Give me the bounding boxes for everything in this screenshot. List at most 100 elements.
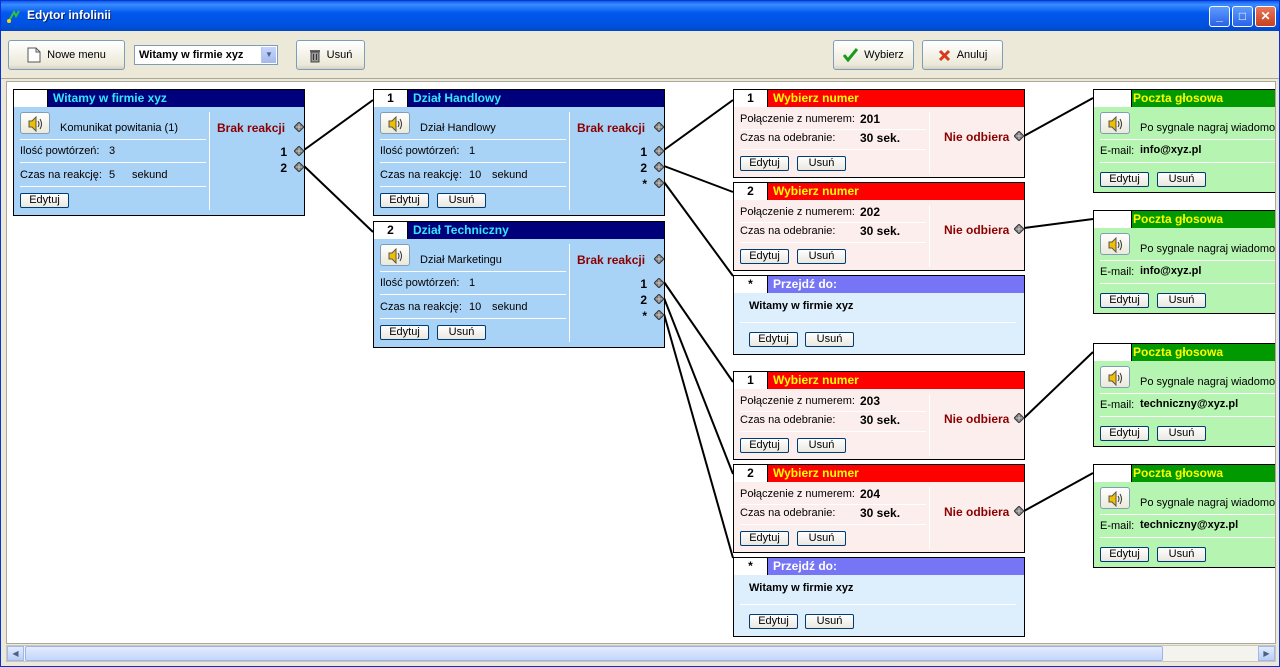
goto-box-2[interactable]: * Przejdź do: Witamy w firmie xyz Edytuj… [733,557,1025,637]
play-message-button[interactable] [1100,112,1130,134]
option-key: 2 [280,161,287,175]
delete-button[interactable]: Usuń [437,193,486,208]
app-icon [7,9,20,23]
edit-button[interactable]: Edytuj [749,332,798,347]
menu-box-welcome[interactable]: Witamy w firmie xyz Komunikat powitania … [13,89,305,216]
choose-button[interactable]: Wybierz [833,40,914,70]
connector-dot-icon[interactable] [294,146,304,156]
dial-box-number: 1 [734,372,768,389]
delete-button[interactable]: Usuń [797,438,846,453]
connector-dot-icon[interactable] [294,122,304,132]
edit-button[interactable]: Edytuj [380,193,429,208]
edit-button[interactable]: Edytuj [740,156,789,171]
edit-button[interactable]: Edytuj [20,193,69,208]
cancel-button[interactable]: Anuluj [922,40,1003,70]
voicemail-box-3[interactable]: Poczta głosowa Po sygnale nagraj wiadomo… [1093,343,1275,447]
edit-button[interactable]: Edytuj [1100,293,1149,308]
voicemail-box-4[interactable]: Poczta głosowa Po sygnale nagraj wiadomo… [1093,464,1275,568]
horizontal-scrollbar[interactable]: ◀ ▶ [6,645,1276,662]
connector-dot-icon[interactable] [294,162,304,172]
play-message-button[interactable] [380,244,410,266]
menu-box-technical[interactable]: 2 Dział Techniczny Dział Marketingu Iloś… [373,221,665,348]
connector-dot-icon[interactable] [654,278,664,288]
voicemail-box-1[interactable]: Poczta głosowa Po sygnale nagraj wiadomo… [1093,89,1275,193]
option-key: 2 [640,161,647,175]
reaction-time-unit: sekund [492,301,528,313]
connector-dot-icon[interactable] [1014,413,1024,423]
connector-dot-icon[interactable] [654,162,664,172]
edit-button[interactable]: Edytuj [1100,547,1149,562]
divider [1100,514,1275,515]
new-menu-label: Nowe menu [47,49,106,61]
edit-button[interactable]: Edytuj [380,325,429,340]
divider [740,504,926,505]
connector-dot-icon[interactable] [654,254,664,264]
message-name: Dział Handlowy [420,122,496,134]
divider [380,162,566,163]
delete-button[interactable]: Usuń [797,531,846,546]
delete-menu-button[interactable]: Usuń [296,40,365,70]
dial-box-title: Wybierz numer [773,184,859,198]
connect-number-value: 203 [860,394,881,408]
delete-button[interactable]: Usuń [1157,426,1206,441]
connector-dot-icon[interactable] [654,310,664,320]
play-message-button[interactable] [380,112,410,134]
scroll-right-button[interactable]: ▶ [1258,646,1275,661]
repeat-value: 3 [109,145,116,157]
delete-button[interactable]: Usuń [1157,172,1206,187]
play-message-button[interactable] [20,112,50,134]
goto-target: Witamy w firmie xyz [749,300,854,312]
delete-button[interactable]: Usuń [805,614,854,629]
close-button[interactable]: ✕ [1255,6,1276,27]
scroll-left-button[interactable]: ◀ [7,646,24,661]
connector-dot-icon[interactable] [654,122,664,132]
delete-button[interactable]: Usuń [437,325,486,340]
edit-button[interactable]: Edytuj [740,531,789,546]
connector-dot-icon[interactable] [1014,506,1024,516]
connector-dot-icon[interactable] [654,146,664,156]
delete-button[interactable]: Usuń [805,332,854,347]
answer-time-label: Czas na odebranie: [740,507,836,519]
edit-button[interactable]: Edytuj [740,438,789,453]
dial-box-204[interactable]: 2 Wybierz numer Połączenie z numerem: 20… [733,464,1025,553]
reaction-time-label: Czas na reakcję: [20,169,102,181]
menu-box-header: 2 Dział Techniczny [374,222,664,239]
delete-button[interactable]: Usuń [1157,293,1206,308]
connector-dot-icon[interactable] [1014,131,1024,141]
delete-button[interactable]: Usuń [797,249,846,264]
goto-box-number: * [734,558,768,575]
message-name: Komunikat powitania (1) [60,122,179,134]
voicemail-box-2[interactable]: Poczta głosowa Po sygnale nagraj wiadomo… [1093,210,1275,314]
divider [380,139,566,140]
divider [380,294,566,295]
edit-button[interactable]: Edytuj [749,614,798,629]
speaker-icon [388,248,402,264]
play-message-button[interactable] [1100,487,1130,509]
play-message-button[interactable] [1100,233,1130,255]
title-bar[interactable]: Edytor infolinii _ □ ✕ [1,1,1279,31]
flow-canvas[interactable]: Witamy w firmie xyz Komunikat powitania … [6,81,1276,644]
goto-box-1[interactable]: * Przejdź do: Witamy w firmie xyz Edytuj… [733,275,1025,355]
edit-button[interactable]: Edytuj [1100,172,1149,187]
scroll-thumb[interactable] [25,646,1163,661]
connector-dot-icon[interactable] [654,178,664,188]
new-menu-button[interactable]: Nowe menu [8,40,125,70]
chevron-down-icon[interactable]: ▼ [261,47,276,63]
dial-box-201[interactable]: 1 Wybierz numer Połączenie z numerem: 20… [733,89,1025,178]
edit-button[interactable]: Edytuj [740,249,789,264]
maximize-button[interactable]: □ [1232,6,1253,27]
dial-box-202[interactable]: 2 Wybierz numer Połączenie z numerem: 20… [733,182,1025,271]
play-message-button[interactable] [1100,366,1130,388]
voicemail-header: Poczta głosowa [1094,90,1275,107]
edit-button[interactable]: Edytuj [1100,426,1149,441]
delete-button[interactable]: Usuń [797,156,846,171]
delete-label: Usuń [326,49,353,61]
connector-dot-icon[interactable] [1014,224,1024,234]
delete-button[interactable]: Usuń [1157,547,1206,562]
connector-dot-icon[interactable] [654,294,664,304]
menu-select[interactable]: Witamy w firmie xyz ▼ [134,45,278,65]
dial-box-203[interactable]: 1 Wybierz numer Połączenie z numerem: 20… [733,371,1025,460]
goto-target: Witamy w firmie xyz [749,582,854,594]
minimize-button[interactable]: _ [1209,6,1230,27]
menu-box-sales[interactable]: 1 Dział Handlowy Dział Handlowy Ilość po… [373,89,665,216]
